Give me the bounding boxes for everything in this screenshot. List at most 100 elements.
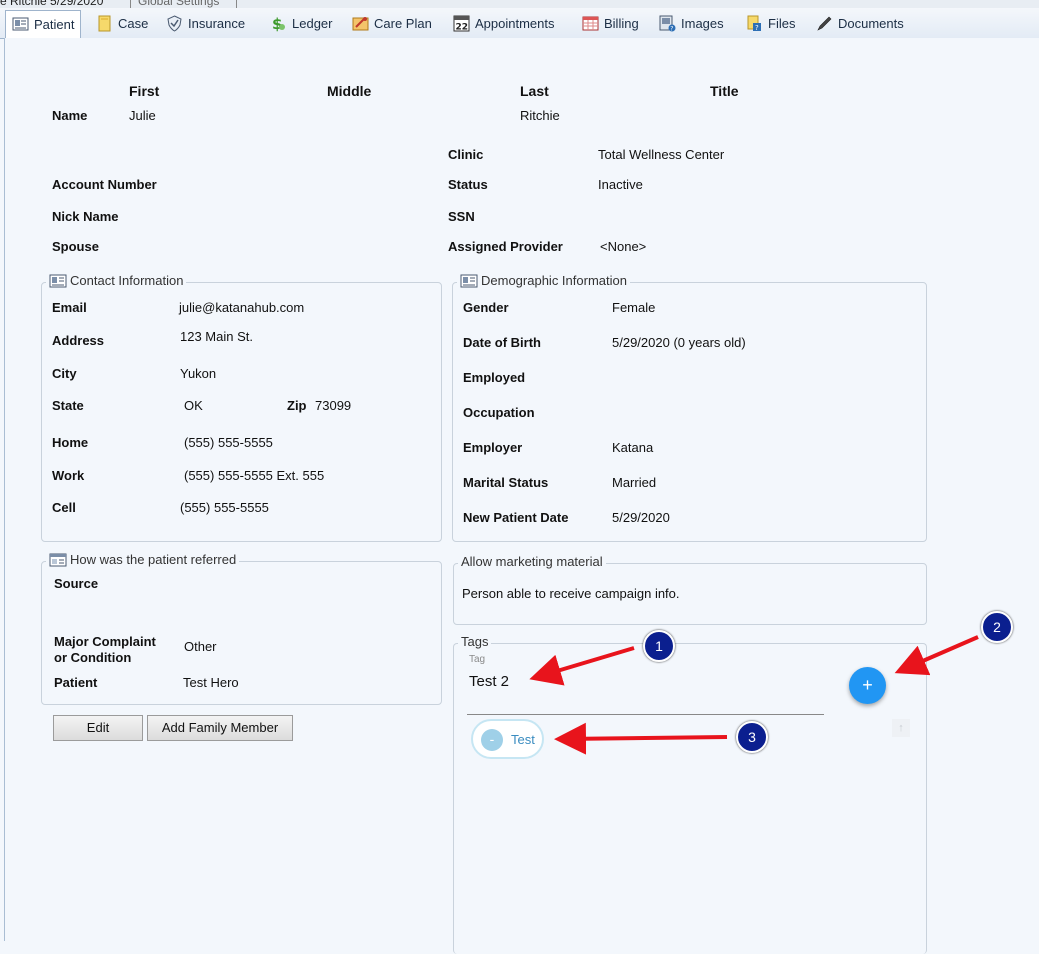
annotation-marker-2: 2 (981, 611, 1013, 643)
work-phone-label: Work (52, 468, 85, 483)
group-title-text: Demographic Information (481, 273, 627, 288)
major-complaint-label: Major Complaint (54, 634, 156, 649)
tab-label: Care Plan (374, 16, 432, 31)
date-of-birth-value[interactable]: 5/29/2020 (0 years old) (612, 335, 746, 350)
status-value[interactable]: Inactive (598, 177, 643, 192)
referral-title: How was the patient referred (46, 552, 240, 567)
contact-card-icon (49, 274, 67, 288)
tag-chip[interactable]: - Test (471, 719, 544, 759)
home-phone-value[interactable]: (555) 555-5555 (184, 435, 273, 450)
billing-icon (582, 15, 599, 32)
tab-images[interactable]: ? Images (653, 10, 730, 37)
state-value[interactable]: OK (184, 398, 203, 413)
patient-referral-label: Patient (54, 675, 98, 690)
tab-ledger[interactable]: $ Ledger (264, 10, 338, 37)
city-label: City (52, 366, 77, 381)
folder-icon (96, 15, 113, 32)
group-title-text: Tags (461, 634, 489, 649)
add-tag-button[interactable]: + (849, 667, 886, 704)
email-value[interactable]: julie@katanahub.com (179, 300, 304, 315)
zip-label: Zip (287, 398, 307, 413)
annotation-marker-1: 1 (643, 630, 675, 662)
images-icon: ? (659, 15, 676, 33)
referral-group: How was the patient referred (41, 552, 442, 705)
tab-care-plan[interactable]: Care Plan (346, 10, 438, 37)
marketing-title: Allow marketing material (458, 554, 606, 569)
home-phone-label: Home (52, 435, 89, 450)
spouse-label: Spouse (52, 239, 99, 254)
address-value[interactable]: 123 Main St. (180, 329, 253, 344)
group-title-text: Allow marketing material (461, 554, 603, 569)
tab-appointments[interactable]: 22 Appointments (447, 10, 561, 37)
first-name-header: First (129, 83, 160, 99)
tab-divider (236, 0, 237, 8)
assigned-provider-value[interactable]: <None> (600, 239, 646, 254)
first-name-value[interactable]: Julie (129, 108, 156, 123)
group-title-text: Contact Information (70, 273, 184, 288)
tab-label: Billing (604, 16, 639, 31)
account-number-label: Account Number (52, 177, 157, 192)
patient-tab-bar: Patient Case Insurance $ Ledger Care Pla… (0, 8, 1039, 39)
clinic-value[interactable]: Total Wellness Center (598, 147, 724, 162)
employed-label: Employed (463, 370, 526, 385)
patient-referral-value[interactable]: Test Hero (183, 675, 239, 690)
tags-title: Tags (458, 634, 492, 649)
money-icon: $ (270, 15, 287, 33)
new-patient-date-value[interactable]: 5/29/2020 (612, 510, 670, 525)
major-complaint-label-line2: or Condition (54, 650, 132, 665)
tab-files[interactable]: ? Files (740, 10, 801, 37)
marital-status-label: Marital Status (463, 475, 549, 490)
tab-insurance[interactable]: Insurance (160, 10, 251, 37)
ssn-label: SSN (448, 209, 475, 224)
edit-button[interactable]: Edit (53, 715, 143, 741)
marital-status-value[interactable]: Married (612, 475, 656, 490)
tag-input[interactable]: Test 2 (469, 673, 509, 690)
tag-input-underline (467, 714, 824, 715)
cell-phone-label: Cell (52, 500, 76, 515)
referral-window-icon (49, 553, 67, 567)
tab-documents[interactable]: Documents (810, 10, 910, 37)
scroll-up-button[interactable]: ↑ (892, 719, 910, 737)
tab-label: Patient (34, 17, 75, 32)
occupation-label: Occupation (463, 405, 535, 420)
pen-icon (816, 15, 833, 32)
arrow-up-icon: ↑ (898, 722, 904, 734)
work-phone-value[interactable]: (555) 555-5555 Ext. 555 (184, 468, 324, 483)
gender-value[interactable]: Female (612, 300, 655, 315)
middle-name-header: Middle (327, 83, 372, 99)
tab-case[interactable]: Case (90, 10, 154, 37)
state-label: State (52, 398, 84, 413)
svg-text:?: ? (755, 24, 759, 32)
tab-label: Insurance (188, 16, 246, 31)
zip-value[interactable]: 73099 (315, 398, 351, 413)
document-tab-strip: e Ritchie 5/29/2020 Global Settings (0, 0, 1039, 8)
tab-label: Appointments (475, 16, 555, 31)
assigned-provider-label: Assigned Provider (448, 239, 563, 254)
svg-text:22: 22 (456, 23, 469, 33)
tab-label: Files (768, 16, 796, 31)
new-patient-date-label: New Patient Date (463, 510, 569, 525)
email-label: Email (52, 300, 87, 315)
files-icon: ? (746, 15, 763, 32)
demographic-card-icon (460, 274, 478, 288)
date-of-birth-label: Date of Birth (463, 335, 541, 350)
address-label: Address (52, 333, 105, 348)
last-name-value[interactable]: Ritchie (520, 108, 560, 123)
document-tab-patient[interactable]: e Ritchie 5/29/2020 (0, 0, 103, 8)
title-header: Title (710, 83, 739, 99)
document-tab-global-settings[interactable]: Global Settings (138, 0, 219, 8)
shield-icon (166, 15, 183, 32)
source-label: Source (54, 576, 99, 591)
tab-label: Images (681, 16, 724, 31)
tab-billing[interactable]: Billing (576, 10, 645, 37)
remove-tag-icon[interactable]: - (481, 729, 503, 751)
major-complaint-value[interactable]: Other (184, 639, 217, 654)
add-family-member-button[interactable]: Add Family Member (147, 715, 293, 741)
employer-label: Employer (463, 440, 523, 455)
status-label: Status (448, 177, 488, 192)
tab-patient[interactable]: Patient (5, 10, 82, 39)
clinic-label: Clinic (448, 147, 484, 162)
employer-value[interactable]: Katana (612, 440, 653, 455)
city-value[interactable]: Yukon (180, 366, 216, 381)
cell-phone-value[interactable]: (555) 555-5555 (180, 500, 269, 515)
